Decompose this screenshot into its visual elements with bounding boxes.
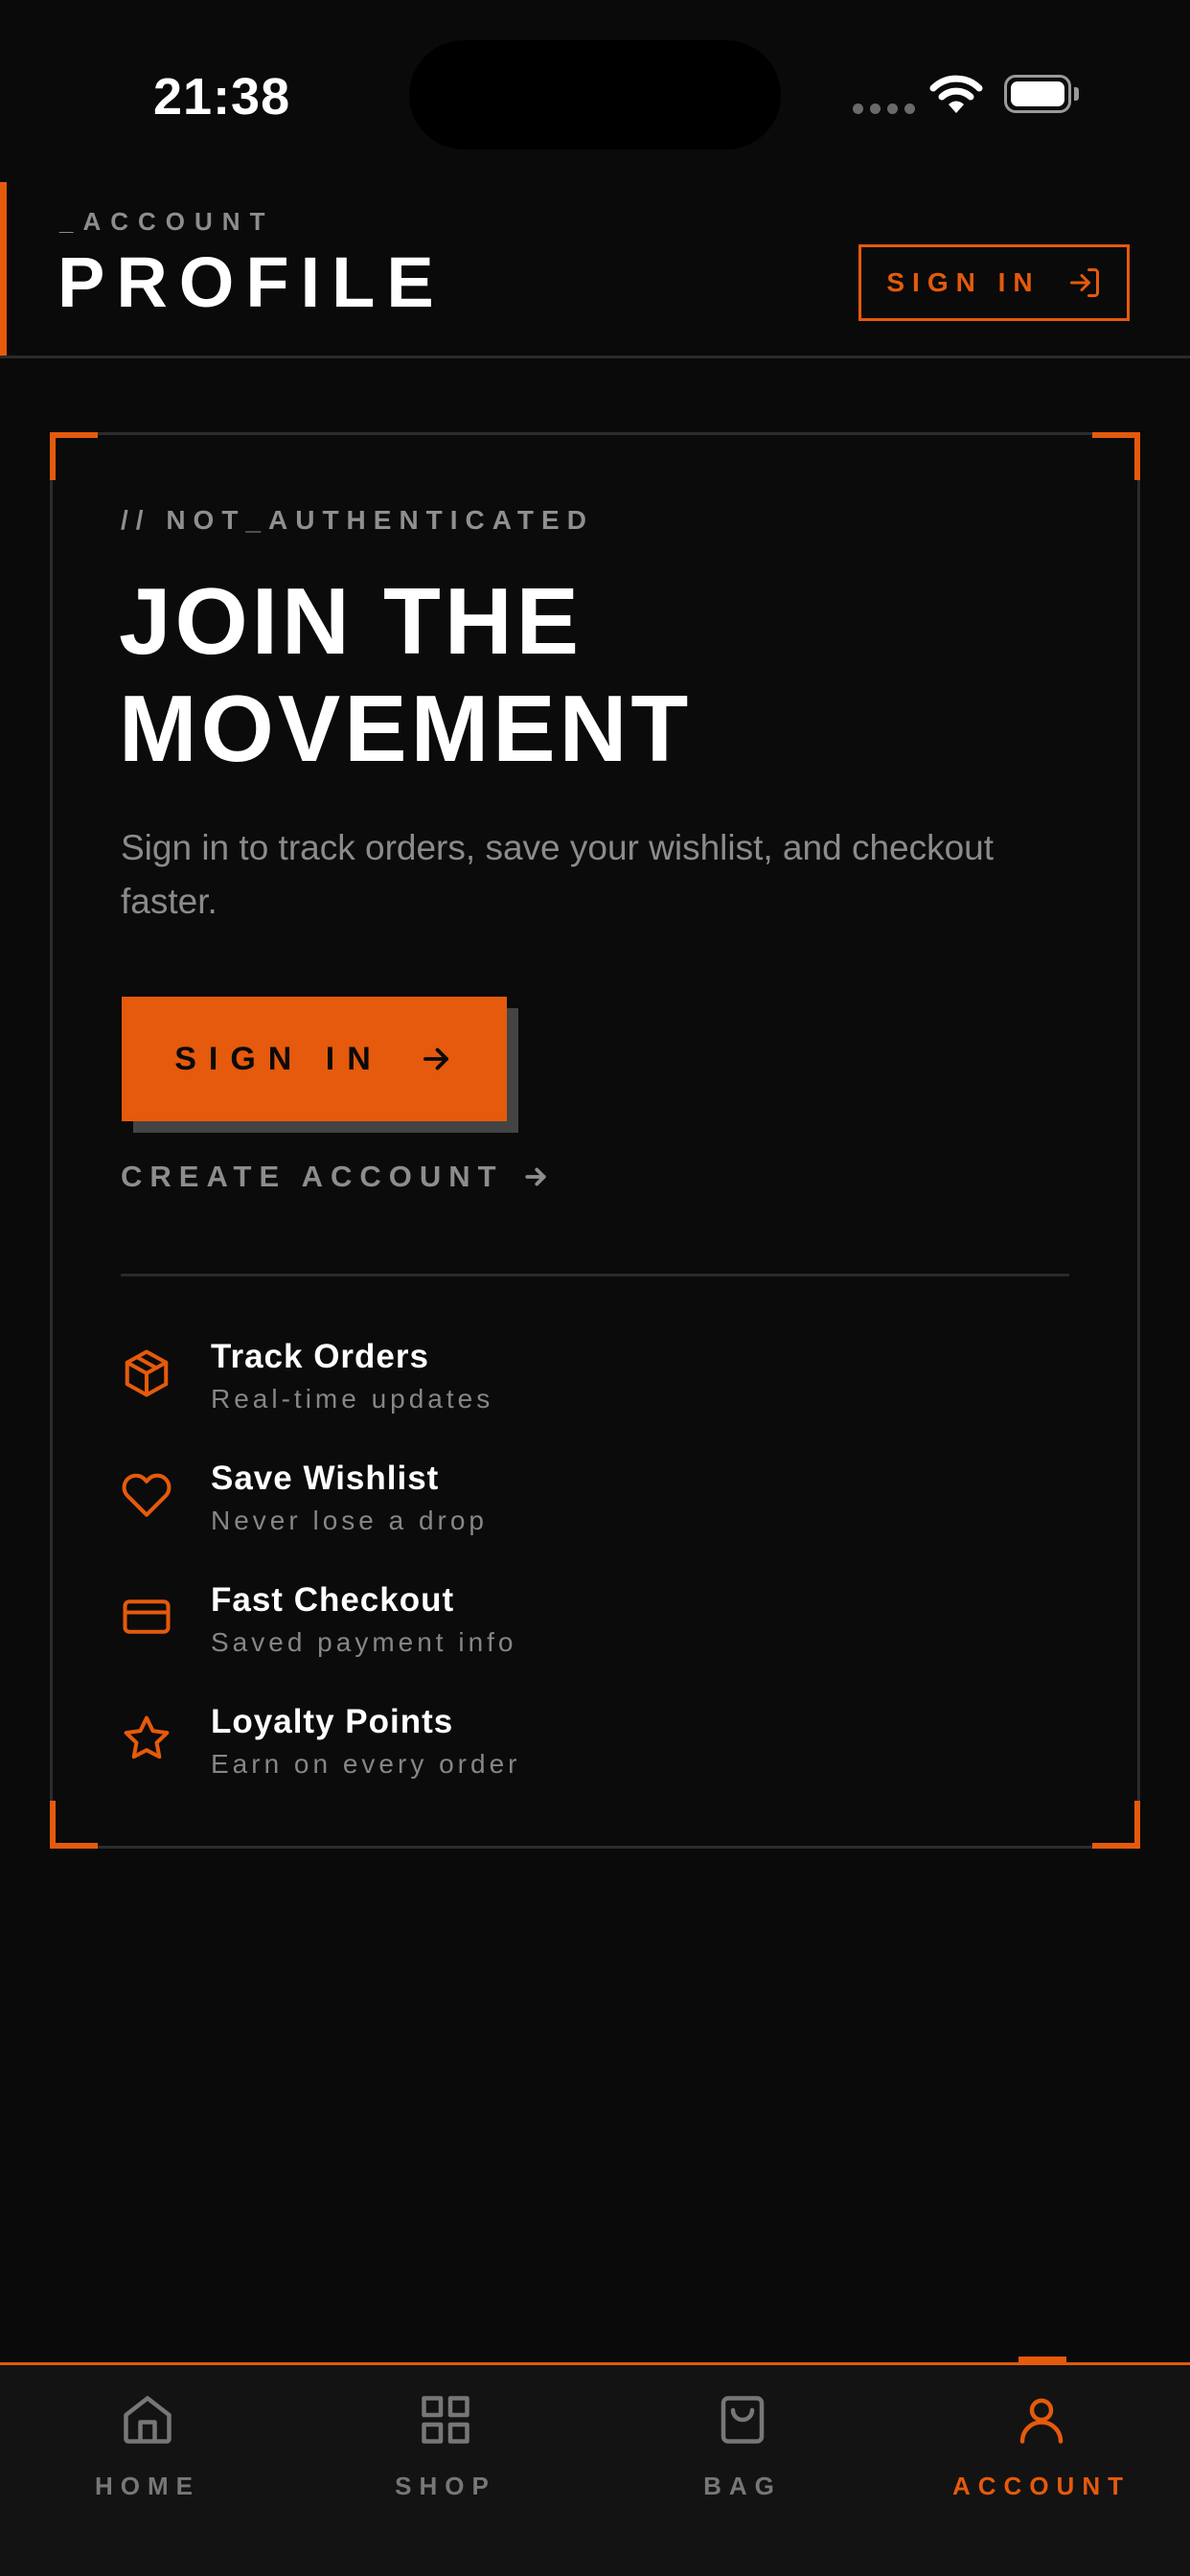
credit-card-icon [123,1599,171,1634]
feature-save-wishlist: Save Wishlist Never lose a drop [121,1460,488,1536]
battery-cap [1074,87,1079,101]
tab-shop[interactable]: SHOP [331,2391,561,2501]
log-in-icon [1069,268,1099,297]
status-time: 21:38 [153,68,291,126]
corner-bracket [50,432,98,480]
sign-in-button[interactable]: SIGN IN [122,997,507,1121]
feature-title: Track Orders [211,1338,429,1375]
tab-label: ACCOUNT [952,2472,1131,2500]
feature-title: Save Wishlist [211,1460,440,1497]
feature-description: Never lose a drop [211,1506,489,1535]
feature-loyalty-points: Loyalty Points Earn on every order [121,1703,520,1780]
page-title: PROFILE [57,242,446,322]
create-account-label: CREATE ACCOUNT [121,1160,504,1193]
hero-subtitle: Sign in to track orders, save your wishl… [121,828,995,921]
grid-icon [422,2396,469,2444]
hero-title-line: MOVEMENT [119,676,693,781]
header-accent-bar [0,182,7,356]
hero-title: JOIN THE MOVEMENT [119,567,1077,782]
header-divider [0,356,1190,358]
package-icon [125,1349,169,1397]
feature-title: Fast Checkout [211,1581,455,1619]
star-icon [124,1715,170,1760]
home-icon [124,2396,172,2444]
feature-description: Saved payment info [211,1627,517,1657]
shopping-bag-icon [721,2396,765,2444]
tab-label: HOME [95,2472,200,2500]
heart-icon [122,1473,172,1517]
feature-track-orders: Track Orders Real-time updates [121,1338,493,1414]
corner-bracket [50,1801,98,1849]
arrow-right-icon [423,1047,448,1070]
battery-icon [1004,75,1071,113]
feature-description: Real-time updates [211,1384,494,1414]
tab-label: BAG [703,2472,782,2500]
tab-home[interactable]: HOME [33,2391,263,2501]
dynamic-island [409,40,781,150]
active-tab-indicator [1018,2357,1066,2364]
tab-label: SHOP [395,2472,496,2500]
feature-title: Loyalty Points [211,1703,454,1740]
header-sign-in-button[interactable]: SIGN IN [858,244,1130,321]
wifi-icon [929,75,983,113]
header-eyebrow: _ACCOUNT [59,207,275,236]
user-icon [1019,2398,1064,2444]
corner-bracket [1092,1801,1140,1849]
hero-title-line: JOIN THE [119,568,583,674]
cellular-signal-icon [853,104,915,114]
card-divider [121,1274,1069,1276]
auth-status-tag: // NOT_AUTHENTICATED [121,505,594,535]
header-sign-in-label: SIGN IN [886,267,1041,297]
feature-fast-checkout: Fast Checkout Saved payment info [121,1581,517,1658]
corner-bracket [1092,432,1140,480]
tab-bag[interactable]: BAG [628,2391,858,2501]
sign-in-label: SIGN IN [174,1040,383,1077]
feature-description: Earn on every order [211,1749,521,1779]
arrow-right-icon [524,1167,546,1186]
tab-account[interactable]: ACCOUNT [927,2391,1156,2501]
create-account-link[interactable]: CREATE ACCOUNT [121,1160,550,1194]
